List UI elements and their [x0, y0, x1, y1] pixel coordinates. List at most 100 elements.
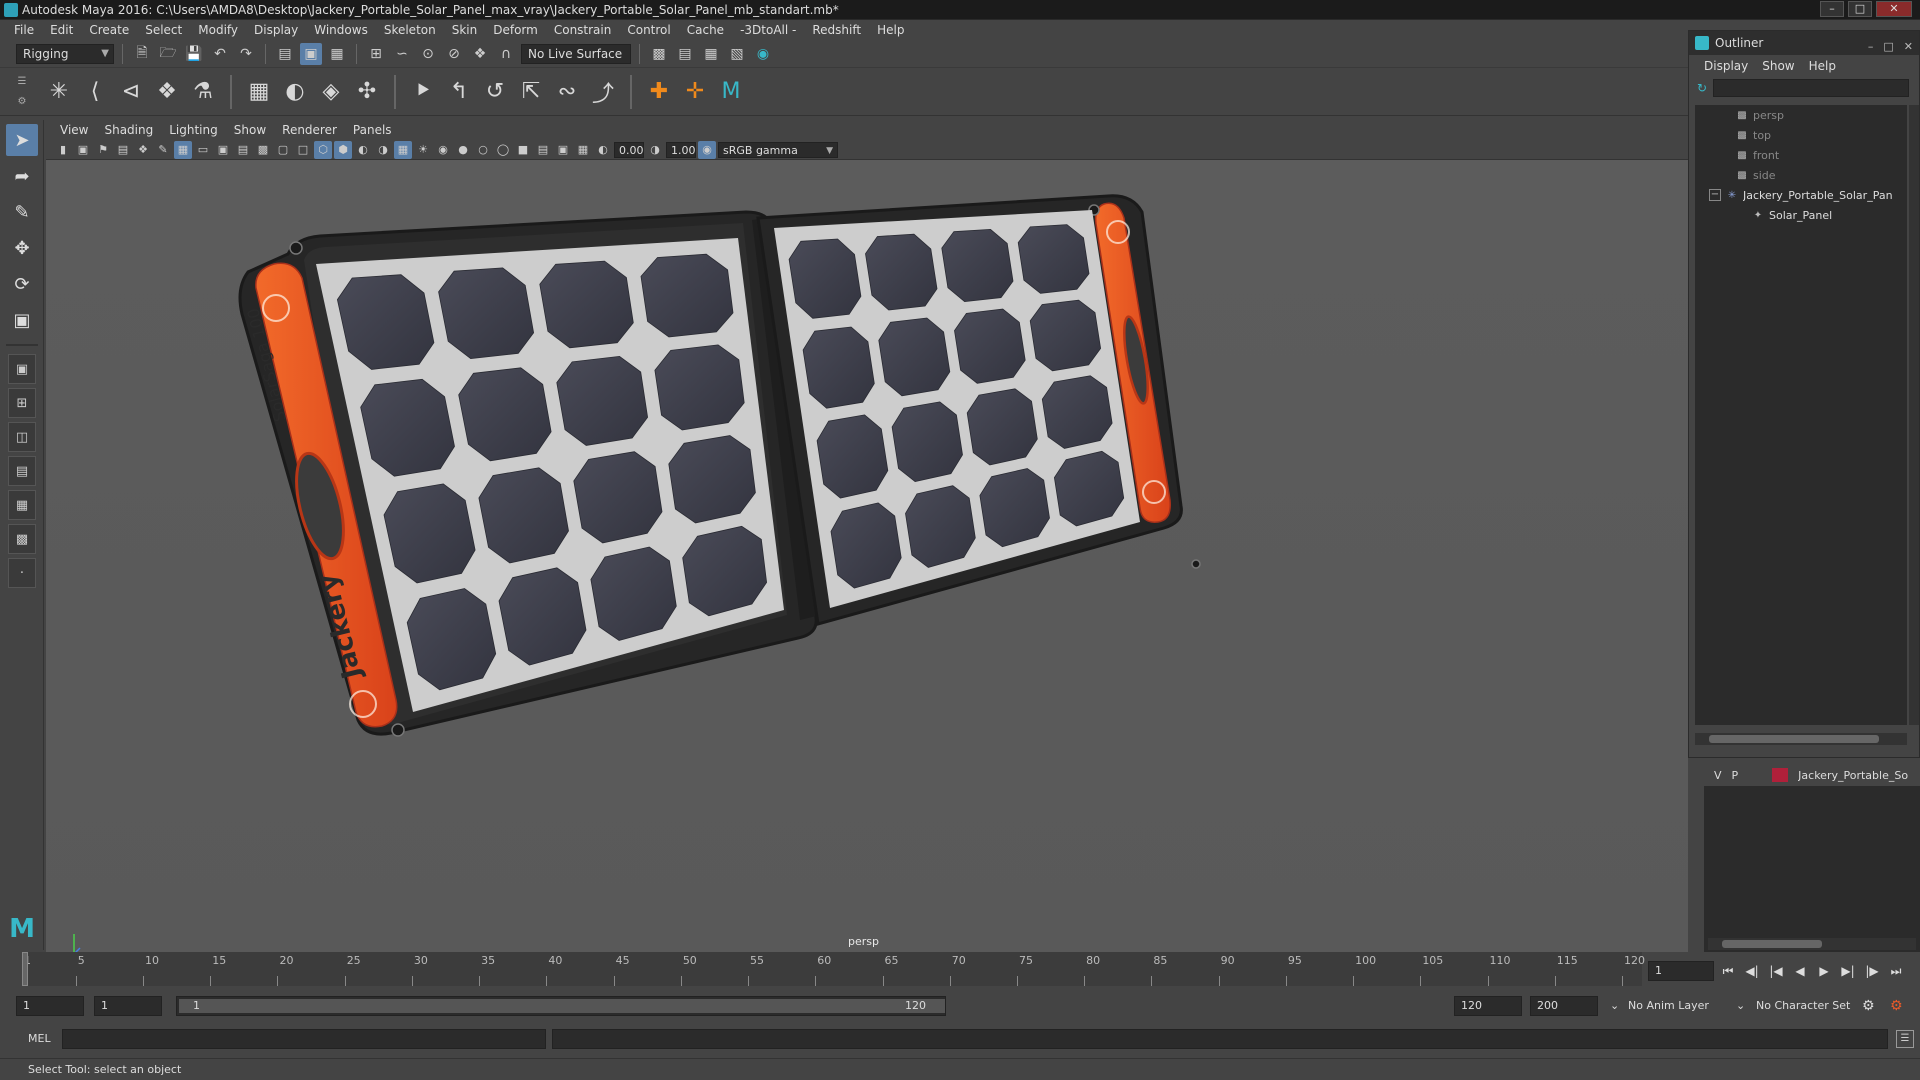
- mel-command-input[interactable]: [62, 1029, 546, 1049]
- gamma-field[interactable]: 1.00: [666, 141, 696, 158]
- blend-shape-icon[interactable]: ✣: [350, 75, 384, 109]
- time-slider[interactable]: 1510152025303540455055606570758085909510…: [22, 952, 1645, 986]
- xray-active-icon[interactable]: ▦: [574, 141, 592, 159]
- render-settings-icon[interactable]: ▦: [700, 43, 722, 65]
- film-gate-icon[interactable]: ▭: [194, 141, 212, 159]
- single-pane-layout-icon[interactable]: ▣: [8, 354, 36, 384]
- step-back-frame-icon[interactable]: |◀: [1766, 961, 1786, 981]
- redo-icon[interactable]: ↷: [235, 43, 257, 65]
- color-management-icon[interactable]: ◉: [698, 140, 716, 159]
- select-tool-icon[interactable]: ➤: [6, 124, 38, 156]
- snap-live-icon[interactable]: ❖: [469, 43, 491, 65]
- cluster-icon[interactable]: ◐: [278, 75, 312, 109]
- two-pane-layout-icon[interactable]: ◫: [8, 422, 36, 452]
- aim-constraint-icon[interactable]: ↰: [442, 75, 476, 109]
- step-forward-key-icon[interactable]: |▶: [1862, 961, 1882, 981]
- exposure-field[interactable]: 0.00: [614, 141, 644, 158]
- menu-control[interactable]: Control: [619, 23, 678, 37]
- undo-icon[interactable]: ↶: [209, 43, 231, 65]
- textured-icon[interactable]: ◑: [374, 141, 392, 159]
- menu-skin[interactable]: Skin: [444, 23, 486, 37]
- use-default-material-icon[interactable]: ◐: [354, 141, 372, 159]
- hypershade-layout-icon[interactable]: ▩: [8, 524, 36, 554]
- minimize-button[interactable]: –: [1868, 35, 1874, 59]
- outliner-item-top[interactable]: ▩ top: [1695, 125, 1907, 145]
- live-surface-field[interactable]: No Live Surface: [521, 43, 631, 64]
- vp-menu-panels[interactable]: Panels: [345, 123, 400, 137]
- layer-horizontal-scrollbar[interactable]: [1708, 938, 1916, 950]
- save-scene-icon[interactable]: 💾: [183, 43, 205, 65]
- range-slider-fill[interactable]: [179, 999, 945, 1013]
- lasso-tool-icon[interactable]: ➦: [6, 160, 38, 192]
- menu-deform[interactable]: Deform: [485, 23, 546, 37]
- shelf-handle[interactable]: ☰ ⚙: [14, 72, 30, 112]
- 2d-pan-zoom-icon[interactable]: ❖: [134, 141, 152, 159]
- outliner-persp-layout-icon[interactable]: ▤: [8, 456, 36, 486]
- safe-action-icon[interactable]: ▢: [274, 141, 292, 159]
- safe-title-icon[interactable]: □: [294, 141, 312, 159]
- cluster-handle-icon[interactable]: ✛: [678, 75, 712, 109]
- outliner-item-persp[interactable]: ▩ persp: [1695, 105, 1907, 125]
- lattice-icon[interactable]: ▦: [242, 75, 276, 109]
- play-forwards-icon[interactable]: ▶: [1814, 961, 1834, 981]
- paint-weights-icon[interactable]: ⚗: [186, 75, 220, 109]
- ambient-occlusion-icon[interactable]: ●: [454, 141, 472, 159]
- maximize-button[interactable]: □: [1883, 35, 1893, 59]
- color-space-dropdown[interactable]: sRGB gamma ▼: [718, 141, 838, 158]
- vp-menu-view[interactable]: View: [52, 123, 96, 137]
- menu-cache[interactable]: Cache: [679, 23, 732, 37]
- go-to-end-icon[interactable]: ⏭: [1886, 961, 1906, 981]
- playback-end-field[interactable]: 120: [1454, 996, 1522, 1016]
- paint-select-tool-icon[interactable]: ✎: [6, 196, 38, 228]
- chevron-down-icon[interactable]: ⌄: [1610, 996, 1619, 1016]
- layer-name[interactable]: Jackery_Portable_Solar_Panel: [1798, 769, 1908, 782]
- bind-skin-icon[interactable]: ❖: [150, 75, 184, 109]
- outliner-item-jackery[interactable]: − ✳ Jackery_Portable_Solar_Panel: [1695, 185, 1907, 205]
- layer-visibility-toggle[interactable]: V: [1714, 769, 1722, 782]
- anim-start-field[interactable]: 1: [16, 996, 84, 1016]
- outliner-vertical-scrollbar[interactable]: [1909, 105, 1919, 725]
- play-backwards-icon[interactable]: ◀: [1790, 961, 1810, 981]
- pole-vector-icon[interactable]: ⤴: [586, 75, 620, 109]
- step-back-key-icon[interactable]: ◀|: [1742, 961, 1762, 981]
- hypershade-icon[interactable]: ▧: [726, 43, 748, 65]
- snap-view-plane-icon[interactable]: ⊘: [443, 43, 465, 65]
- vp-menu-renderer[interactable]: Renderer: [274, 123, 345, 137]
- anim-preferences-icon[interactable]: ⚙: [1890, 996, 1903, 1016]
- joint-tool-icon[interactable]: ✳: [42, 75, 76, 109]
- ik-spline-icon[interactable]: ⊲: [114, 75, 148, 109]
- script-editor-icon[interactable]: ☰: [1896, 1030, 1914, 1048]
- menu-skeleton[interactable]: Skeleton: [376, 23, 444, 37]
- playback-start-field[interactable]: 1: [94, 996, 162, 1016]
- refresh-icon[interactable]: ↻: [1697, 81, 1707, 95]
- outliner-menu-show[interactable]: Show: [1755, 59, 1801, 73]
- menu-display[interactable]: Display: [246, 23, 306, 37]
- maximize-button[interactable]: □: [1848, 1, 1872, 17]
- exposure-icon[interactable]: ◐: [594, 141, 612, 159]
- ik-handle-icon[interactable]: ⟨: [78, 75, 112, 109]
- character-set-dropdown[interactable]: No Character Set: [1756, 996, 1850, 1016]
- menu-constrain[interactable]: Constrain: [546, 23, 620, 37]
- scale-constraint-icon[interactable]: ⇱: [514, 75, 548, 109]
- gamma-icon[interactable]: ◑: [646, 141, 664, 159]
- step-forward-frame-icon[interactable]: ▶|: [1838, 961, 1858, 981]
- menu-create[interactable]: Create: [81, 23, 137, 37]
- select-camera-icon[interactable]: ▮: [54, 141, 72, 159]
- minimize-button[interactable]: –: [1820, 1, 1844, 17]
- isolate-select-icon[interactable]: ▤: [534, 141, 552, 159]
- anim-end-field[interactable]: 200: [1530, 996, 1598, 1016]
- go-to-start-icon[interactable]: ⏮: [1718, 961, 1738, 981]
- outliner-menu-display[interactable]: Display: [1697, 59, 1755, 73]
- anim-layer-dropdown[interactable]: No Anim Layer: [1628, 996, 1709, 1016]
- menu-redshift[interactable]: Redshift: [804, 23, 869, 37]
- image-plane-icon[interactable]: ▤: [114, 141, 132, 159]
- open-scene-icon[interactable]: 🗁: [157, 43, 179, 65]
- current-frame-marker[interactable]: [22, 952, 28, 986]
- field-chart-icon[interactable]: ▩: [254, 141, 272, 159]
- ipr-render-icon[interactable]: ▤: [674, 43, 696, 65]
- mel-label[interactable]: MEL: [28, 1032, 51, 1045]
- menu-help[interactable]: Help: [869, 23, 912, 37]
- layer-color-swatch[interactable]: [1772, 768, 1789, 782]
- graph-persp-layout-icon[interactable]: ▦: [8, 490, 36, 520]
- vp-menu-shading[interactable]: Shading: [96, 123, 161, 137]
